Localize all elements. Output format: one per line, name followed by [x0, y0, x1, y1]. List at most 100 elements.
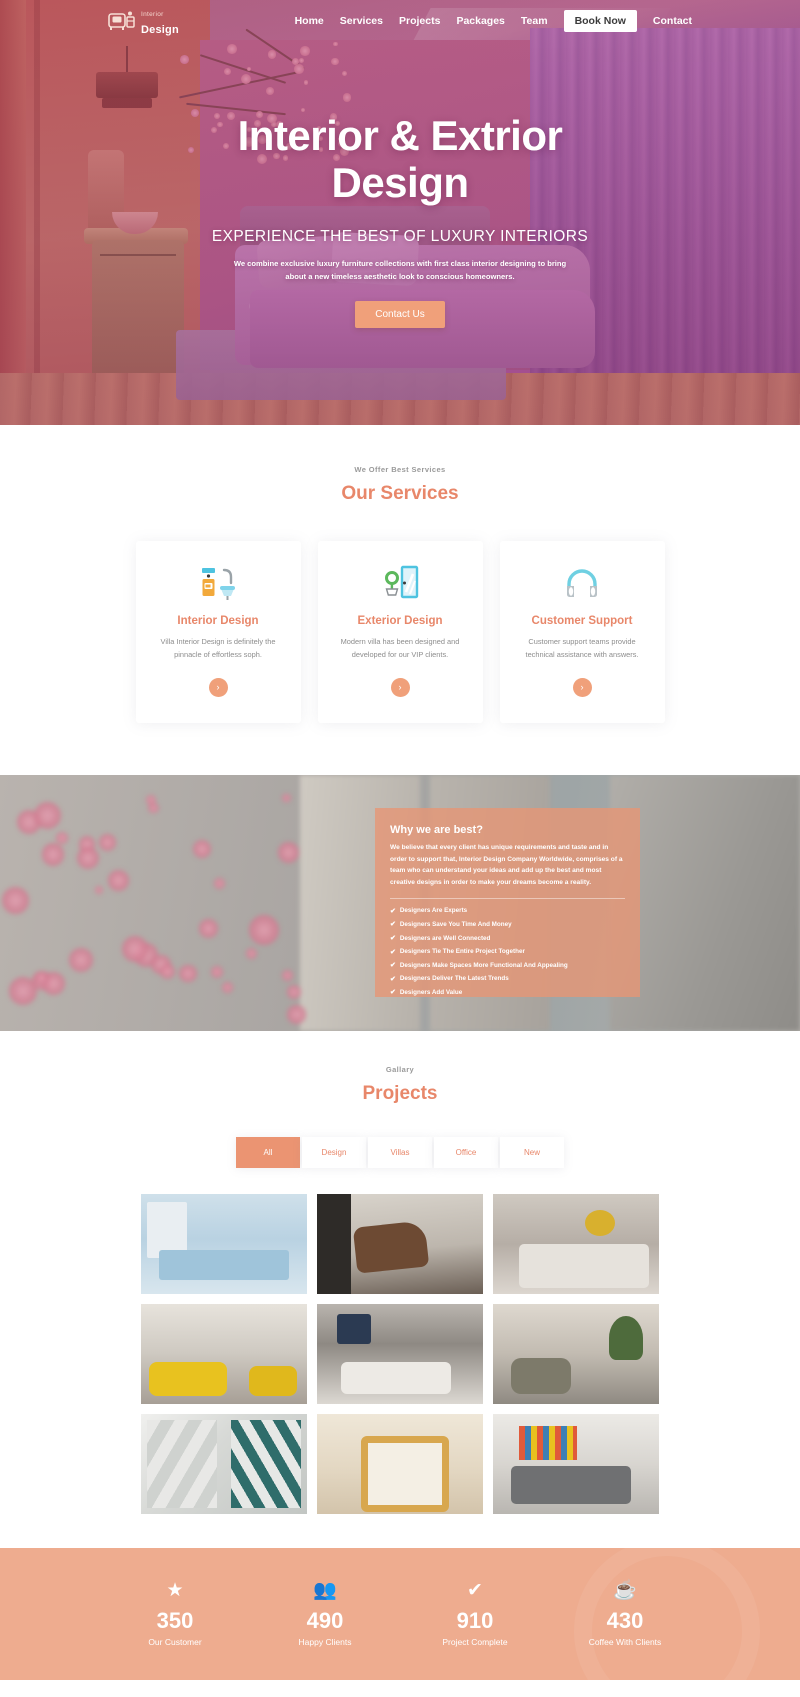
nav-item-home[interactable]: Home	[295, 15, 324, 27]
list-item-label: Designers Add Value	[400, 989, 462, 996]
projects-grid	[0, 1194, 800, 1514]
filter-tab-design[interactable]: Design	[302, 1137, 366, 1168]
project-tile-yellow-sofa-room[interactable]	[141, 1304, 307, 1404]
stat-project-complete: ✔ 910 Project Complete	[400, 1581, 550, 1647]
service-card-arrow-button[interactable]: ›	[573, 678, 592, 697]
service-card-interior-design[interactable]: Interior Design Villa Interior Design is…	[136, 541, 301, 723]
nav-item-projects[interactable]: Projects	[399, 15, 440, 27]
blossom	[282, 970, 293, 981]
list-item: ✔ Designers Make Spaces More Functional …	[390, 961, 625, 969]
hero-title: Interior & Extrior Design	[190, 112, 610, 206]
blossom	[199, 919, 218, 938]
hero-subtitle: EXPERIENCE THE BEST OF LUXURY INTERIORS	[0, 228, 800, 246]
why-best-paragraph: We believe that every client has unique …	[390, 842, 625, 889]
stat-label: Coffee With Clients	[550, 1637, 700, 1647]
stat-value: 910	[400, 1608, 550, 1634]
stat-value: 490	[250, 1608, 400, 1634]
hero-description: We combine exclusive luxury furniture co…	[223, 258, 578, 283]
armchair-icon	[108, 9, 136, 33]
check-icon: ✔	[390, 961, 396, 969]
star-icon: ★	[100, 1581, 250, 1600]
why-best-section: Why we are best? We believe that every c…	[0, 775, 800, 1031]
stat-our-customer: ★ 350 Our Customer	[100, 1581, 250, 1647]
blossom	[193, 840, 212, 859]
headphones-icon	[516, 563, 649, 603]
blossom	[278, 842, 299, 863]
hero-title-line2: Design	[331, 159, 468, 206]
blossom	[95, 886, 103, 894]
project-tile-plant-lounge[interactable]	[493, 1304, 659, 1404]
project-tile-living-room-fireplace[interactable]	[317, 1304, 483, 1404]
sink-faucet-icon	[152, 563, 285, 603]
projects-row	[141, 1414, 659, 1514]
blossom	[99, 834, 116, 851]
projects-row	[141, 1304, 659, 1404]
service-card-desc: Villa Interior Design is definitely the …	[152, 636, 285, 662]
nav-item-team[interactable]: Team	[521, 15, 548, 27]
main-navigation: Interior Design Home Services Projects P…	[0, 0, 800, 42]
stat-label: Project Complete	[400, 1637, 550, 1647]
blossom	[56, 832, 68, 844]
service-card-arrow-button[interactable]: ›	[209, 678, 228, 697]
blossom	[160, 964, 175, 979]
nav-links: Home Services Projects Packages Team Boo…	[295, 10, 692, 32]
check-icon: ✔	[390, 934, 396, 942]
list-item-label: Designers are Well Connected	[400, 935, 491, 942]
hero-section: Interior Design Home Services Projects P…	[0, 0, 800, 425]
why-best-panel: Why we are best? We believe that every c…	[375, 808, 640, 997]
why-best-heading: Why we are best?	[390, 824, 625, 836]
stat-happy-clients: 👥 490 Happy Clients	[250, 1581, 400, 1647]
logo-text-bottom: Design	[141, 24, 179, 36]
filter-tab-new[interactable]: New	[500, 1137, 564, 1168]
projects-section: Gallary Projects All Design Villas Offic…	[0, 1031, 800, 1548]
contact-us-button[interactable]: Contact Us	[355, 301, 444, 328]
service-card-title: Interior Design	[152, 615, 285, 627]
stat-label: Happy Clients	[250, 1637, 400, 1647]
list-item-label: Designers Tie The Entire Project Togethe…	[400, 948, 525, 955]
project-tile-geometric-wall[interactable]	[141, 1414, 307, 1514]
hero-content: Interior & Extrior Design EXPERIENCE THE…	[0, 0, 800, 328]
blossom	[282, 794, 290, 802]
blossom	[179, 965, 197, 983]
service-card-customer-support[interactable]: Customer Support Customer support teams …	[500, 541, 665, 723]
blossom	[69, 948, 93, 972]
blossom	[34, 802, 62, 830]
site-logo[interactable]: Interior Design	[108, 4, 179, 38]
filter-tab-all[interactable]: All	[236, 1137, 300, 1168]
blossom	[214, 878, 225, 889]
service-card-desc: Modern villa has been designed and devel…	[334, 636, 467, 662]
nav-item-packages[interactable]: Packages	[456, 15, 504, 27]
service-card-arrow-button[interactable]: ›	[391, 678, 410, 697]
people-icon: 👥	[250, 1581, 400, 1600]
services-section: We Offer Best Services Our Services Inte…	[0, 425, 800, 775]
hero-title-line1: Interior & Extrior	[238, 112, 563, 159]
blossom	[287, 1005, 306, 1024]
blossom	[211, 966, 223, 978]
projects-title: Projects	[0, 1083, 800, 1105]
project-tile-kitchen-island[interactable]	[141, 1194, 307, 1294]
filter-tab-office[interactable]: Office	[434, 1137, 498, 1168]
list-item-label: Designers Make Spaces More Functional An…	[400, 962, 568, 969]
check-icon: ✔	[390, 975, 396, 983]
service-card-title: Exterior Design	[334, 615, 467, 627]
project-filter-tabs: All Design Villas Office New	[0, 1137, 800, 1168]
blossom	[246, 948, 257, 959]
project-tile-lounge-chair[interactable]	[317, 1194, 483, 1294]
project-tile-grey-sofa-library[interactable]	[493, 1414, 659, 1514]
stat-label: Our Customer	[100, 1637, 250, 1647]
blossom	[108, 870, 129, 891]
nav-item-contact[interactable]: Contact	[653, 15, 692, 27]
blossom	[77, 847, 99, 869]
stat-coffee-with-clients: ☕ 430 Coffee With Clients	[550, 1581, 700, 1647]
project-tile-bedroom-grey[interactable]	[493, 1194, 659, 1294]
stats-section: ★ 350 Our Customer 👥 490 Happy Clients ✔…	[0, 1548, 800, 1680]
filter-tab-villas[interactable]: Villas	[368, 1137, 432, 1168]
blossom	[287, 985, 301, 999]
project-tile-wooden-armchair[interactable]	[317, 1414, 483, 1514]
book-now-button[interactable]: Book Now	[564, 10, 637, 32]
service-card-exterior-design[interactable]: Exterior Design Modern villa has been de…	[318, 541, 483, 723]
list-item: ✔ Designers Save You Time And Money	[390, 920, 625, 928]
nav-item-services[interactable]: Services	[340, 15, 383, 27]
check-icon: ✔	[390, 988, 396, 996]
check-icon: ✔	[390, 948, 396, 956]
